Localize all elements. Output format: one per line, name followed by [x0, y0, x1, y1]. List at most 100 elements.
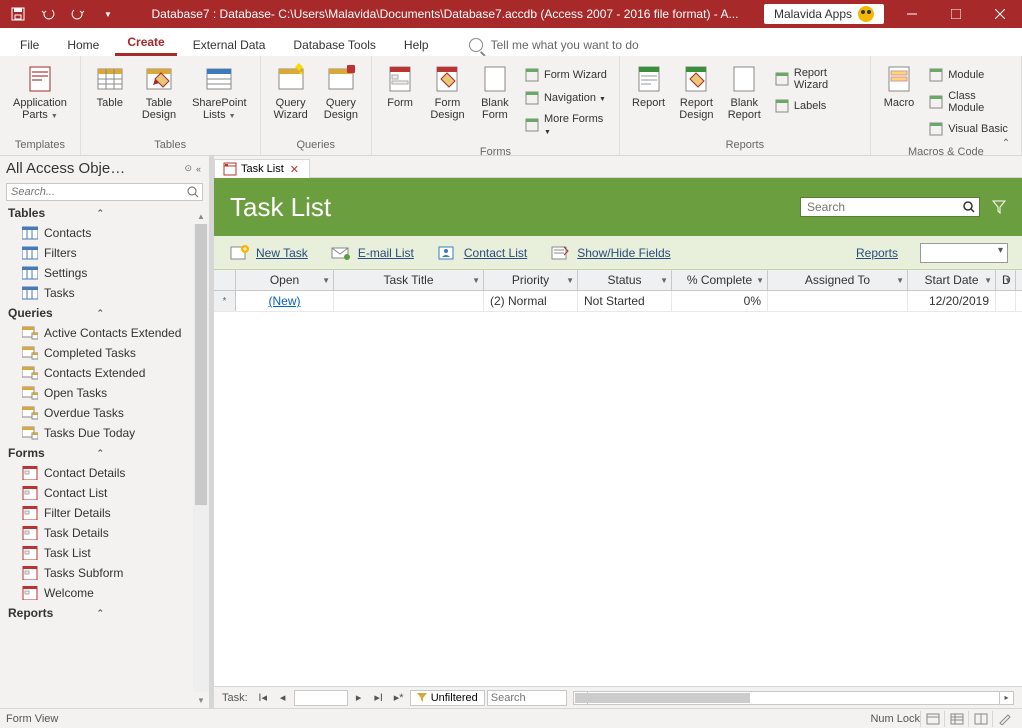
tab-close-icon[interactable]: ✕ [288, 163, 301, 176]
col-status[interactable]: Status▼ [578, 270, 672, 290]
search-icon[interactable] [184, 184, 202, 200]
nav-item-welcome[interactable]: Welcome [0, 583, 193, 603]
nav-group-queries[interactable]: Queries⌃ [0, 303, 193, 323]
filter-icon[interactable] [992, 200, 1006, 214]
ribbon-table[interactable]: Table [87, 60, 133, 112]
nav-item-contacts-extended[interactable]: Contacts Extended [0, 363, 193, 383]
horizontal-scrollbar[interactable]: ◂ ▸ [573, 691, 1014, 705]
nav-item-settings[interactable]: Settings [0, 263, 193, 283]
col-open[interactable]: Open▼ [236, 270, 334, 290]
doctab-task-list[interactable]: Task List ✕ [214, 159, 310, 178]
ribbon-blank-report[interactable]: BlankReport [722, 60, 767, 124]
ribbon-report[interactable]: Report [626, 60, 671, 112]
ribbon-table-design[interactable]: TableDesign [135, 60, 183, 124]
nav-item-tasks-due-today[interactable]: Tasks Due Today [0, 423, 193, 443]
nav-item-overdue-tasks[interactable]: Overdue Tasks [0, 403, 193, 423]
col-task-title[interactable]: Task Title▼ [334, 270, 484, 290]
ribbon-more-forms[interactable]: More Forms ▼ [519, 110, 613, 140]
cell[interactable]: (New) [236, 291, 334, 311]
view-form-icon[interactable] [920, 711, 944, 727]
navpane-search-input[interactable] [7, 184, 184, 200]
ribbon-form-wizard[interactable]: Form Wizard [519, 64, 613, 86]
menu-create[interactable]: Create [115, 31, 176, 56]
toolbar-contact-list[interactable]: Contact List [436, 244, 527, 262]
nav-last-icon[interactable]: ▸I [370, 690, 388, 706]
ribbon-form-design[interactable]: FormDesign [424, 60, 470, 124]
row-selector[interactable]: * [214, 291, 236, 311]
dropdown-icon[interactable]: ▼ [896, 276, 904, 285]
nav-position-input[interactable] [294, 690, 348, 706]
scroll-right-icon[interactable]: ▸ [999, 692, 1013, 704]
dropdown-icon[interactable]: ▼ [756, 276, 764, 285]
ribbon-navigation[interactable]: Navigation ▼ [519, 87, 613, 109]
nav-prev-icon[interactable]: ◂ [274, 690, 292, 706]
navpane-search[interactable] [6, 183, 203, 201]
redo-icon[interactable] [66, 2, 90, 26]
nav-item-contact-list[interactable]: Contact List [0, 483, 193, 503]
cell[interactable]: 12/20/2019 [908, 291, 996, 311]
undo-icon[interactable] [36, 2, 60, 26]
navpane-dropdown-icon[interactable]: ⊙ [182, 161, 194, 176]
toolbar-new-task[interactable]: New Task [228, 244, 308, 262]
table-row[interactable]: * (New) (2) NormalNot Started0% 12/20/2019 [214, 291, 1022, 312]
form-search[interactable] [800, 197, 980, 217]
nav-item-contact-details[interactable]: Contact Details [0, 463, 193, 483]
view-layout-icon[interactable] [968, 711, 992, 727]
nav-item-filters[interactable]: Filters [0, 243, 193, 263]
ribbon-sharepoint-lists[interactable]: SharePointLists ▼ [185, 60, 253, 126]
view-datasheet-icon[interactable] [944, 711, 968, 727]
toolbar-e-mail-list[interactable]: E-mail List [330, 244, 414, 262]
ribbon-macro[interactable]: Macro [877, 60, 921, 112]
collapse-ribbon-icon[interactable]: ⌃ [996, 135, 1016, 151]
close-button[interactable] [978, 0, 1022, 28]
ribbon-query-design[interactable]: QueryDesign [317, 60, 365, 124]
toolbar-reports-select[interactable] [920, 243, 1008, 263]
menu-external-data[interactable]: External Data [181, 34, 278, 56]
scroll-down-icon[interactable]: ▼ [193, 692, 209, 708]
nav-group-forms[interactable]: Forms⌃ [0, 443, 193, 463]
save-icon[interactable] [6, 2, 30, 26]
col-d[interactable]: D▼ [996, 270, 1016, 290]
view-design-icon[interactable] [992, 711, 1016, 727]
ribbon-query-wizard[interactable]: QueryWizard [267, 60, 315, 124]
dropdown-icon[interactable]: ▼ [1004, 276, 1012, 285]
maximize-button[interactable] [934, 0, 978, 28]
dropdown-icon[interactable]: ▼ [660, 276, 668, 285]
toolbar-show-hide-fields[interactable]: Show/Hide Fields [549, 244, 670, 262]
col--complete[interactable]: % Complete▼ [672, 270, 768, 290]
cell[interactable]: Not Started [578, 291, 672, 311]
cell[interactable]: (2) Normal [484, 291, 578, 311]
scroll-thumb[interactable] [195, 224, 207, 505]
ribbon-form[interactable]: Form [378, 60, 422, 112]
dropdown-icon[interactable]: ▼ [322, 276, 330, 285]
ribbon-module[interactable]: Module [923, 64, 1015, 86]
scroll-up-icon[interactable]: ▲ [193, 208, 209, 224]
menu-home[interactable]: Home [55, 34, 111, 56]
dropdown-icon[interactable]: ▼ [566, 276, 574, 285]
nav-item-tasks[interactable]: Tasks [0, 283, 193, 303]
ribbon-application-parts[interactable]: ApplicationParts ▼ [6, 60, 74, 126]
menu-database-tools[interactable]: Database Tools [281, 34, 388, 56]
tell-me-search[interactable]: Tell me what you want to do [457, 34, 651, 56]
nav-item-active-contacts-extended[interactable]: Active Contacts Extended [0, 323, 193, 343]
nav-item-completed-tasks[interactable]: Completed Tasks [0, 343, 193, 363]
cell[interactable] [768, 291, 908, 311]
ribbon-report-design[interactable]: ReportDesign [673, 60, 719, 124]
filter-toggle[interactable]: Unfiltered [410, 690, 485, 706]
cell[interactable]: 0% [672, 291, 768, 311]
search-icon[interactable] [962, 200, 976, 214]
nav-item-tasks-subform[interactable]: Tasks Subform [0, 563, 193, 583]
nav-item-open-tasks[interactable]: Open Tasks [0, 383, 193, 403]
nav-item-contacts[interactable]: Contacts [0, 223, 193, 243]
nav-item-task-details[interactable]: Task Details [0, 523, 193, 543]
col-assigned-to[interactable]: Assigned To▼ [768, 270, 908, 290]
cell[interactable] [996, 291, 1016, 311]
nav-item-task-list[interactable]: Task List [0, 543, 193, 563]
navpane-scrollbar[interactable]: ▲ ▼ [193, 208, 209, 708]
menu-file[interactable]: File [8, 34, 51, 56]
new-record-link[interactable]: (New) [269, 294, 301, 308]
ribbon-blank-form[interactable]: BlankForm [473, 60, 517, 124]
minimize-button[interactable] [890, 0, 934, 28]
cell[interactable] [334, 291, 484, 311]
nav-new-icon[interactable]: ▸* [390, 690, 408, 706]
